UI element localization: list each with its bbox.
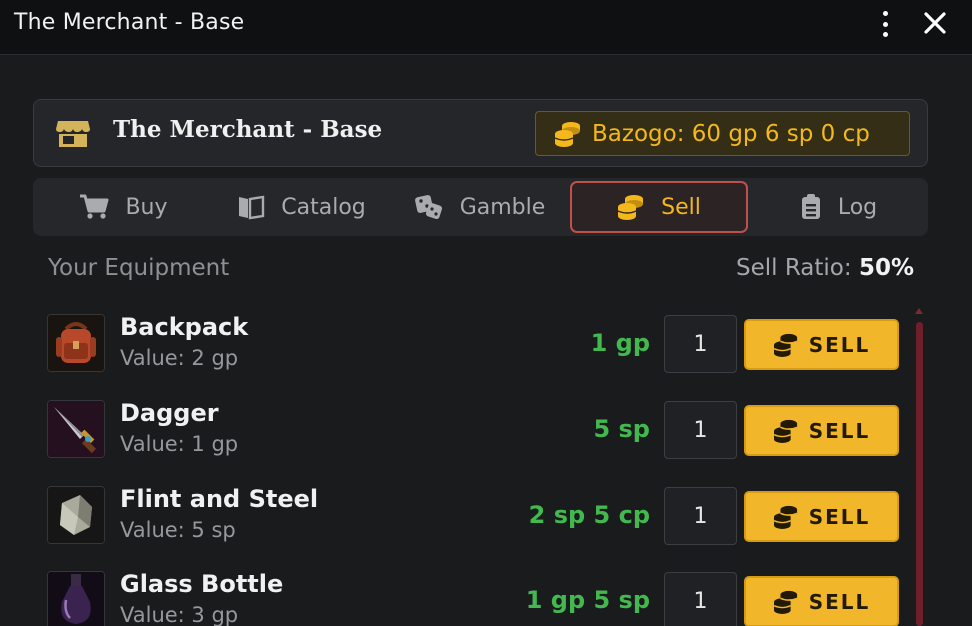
sell-button-label: SELL: [808, 418, 871, 443]
sell-price: 5 sp: [593, 415, 650, 443]
sell-ratio-value: 50%: [858, 255, 914, 281]
equipment-list[interactable]: Backpack Value: 2 gp 1 gp 1 SELL Dagger …: [0, 300, 972, 626]
coins-icon: [617, 195, 644, 220]
scrollbar-thumb[interactable]: [916, 322, 923, 626]
item-name: Dagger: [120, 399, 219, 427]
coins-icon: [773, 419, 798, 443]
sell-button-label: SELL: [808, 504, 871, 529]
tab-catalog[interactable]: Catalog: [214, 181, 389, 233]
window-titlebar: The Merchant - Base: [0, 0, 972, 55]
backpack-icon: [47, 314, 105, 372]
dice-icon: [414, 195, 442, 220]
list-item: Glass Bottle Value: 3 gp 1 gp 5 sp 1 SEL…: [40, 557, 906, 626]
tab-label: Catalog: [281, 194, 366, 220]
tab-label: Sell: [661, 194, 701, 220]
quantity-input[interactable]: 1: [664, 315, 737, 373]
item-value: Value: 2 gp: [120, 346, 239, 370]
book-icon: [239, 195, 265, 220]
sell-button-label: SELL: [808, 332, 871, 357]
dagger-icon: [47, 400, 105, 458]
coins-icon: [554, 121, 580, 147]
merchant-header: The Merchant - Base Bazogo: 60 gp 6 sp 0…: [33, 99, 928, 167]
tab-label: Gamble: [459, 194, 546, 220]
clipboard-icon: [801, 194, 820, 219]
quantity-input[interactable]: 1: [664, 487, 737, 545]
close-icon[interactable]: [920, 8, 950, 38]
more-options-icon[interactable]: [874, 11, 896, 37]
tab-gamble[interactable]: Gamble: [392, 181, 567, 233]
sell-price: 1 gp: [590, 329, 650, 357]
item-value: Value: 3 gp: [120, 603, 239, 626]
wallet-balance: Bazogo: 60 gp 6 sp 0 cp: [592, 120, 870, 147]
item-name: Backpack: [120, 313, 249, 341]
coins-icon: [773, 333, 798, 357]
sell-price: 2 sp 5 cp: [528, 501, 650, 529]
shop-name: The Merchant - Base: [113, 116, 383, 143]
list-item: Flint and Steel Value: 5 sp 2 sp 5 cp 1 …: [40, 472, 906, 552]
quantity-input[interactable]: 1: [664, 572, 737, 626]
list-item: Dagger Value: 1 gp 5 sp 1 SELL: [40, 386, 906, 466]
sell-button[interactable]: SELL: [744, 405, 899, 456]
coins-icon: [773, 505, 798, 529]
item-value: Value: 1 gp: [120, 432, 239, 456]
sell-ratio-label: Sell Ratio:: [735, 255, 852, 281]
flint-icon: [47, 486, 105, 544]
sell-ratio: Sell Ratio: 50%: [736, 255, 914, 281]
sell-button[interactable]: SELL: [744, 491, 899, 542]
section-title: Your Equipment: [48, 255, 230, 281]
sell-button-label: SELL: [808, 589, 871, 614]
sell-button[interactable]: SELL: [744, 576, 899, 626]
coins-icon: [773, 590, 798, 614]
sell-button[interactable]: SELL: [744, 319, 899, 370]
shop-icon: [56, 121, 90, 147]
tab-label: Buy: [125, 194, 168, 220]
cart-icon: [80, 194, 109, 219]
window-title: The Merchant - Base: [14, 10, 245, 35]
item-name: Glass Bottle: [120, 570, 284, 598]
item-value: Value: 5 sp: [120, 518, 236, 542]
tab-label: Log: [837, 194, 878, 220]
tab-log[interactable]: Log: [751, 181, 926, 233]
sell-price: 1 gp 5 sp: [525, 586, 650, 614]
bottle-icon: [47, 571, 105, 626]
wallet-badge: Bazogo: 60 gp 6 sp 0 cp: [535, 111, 910, 156]
tab-sell[interactable]: Sell: [570, 181, 748, 233]
scroll-up-arrow[interactable]: [915, 308, 923, 314]
item-name: Flint and Steel: [120, 485, 319, 513]
quantity-input[interactable]: 1: [664, 401, 737, 459]
merchant-tabs: Buy Catalog Gamble Sell Log: [33, 178, 928, 236]
list-item: Backpack Value: 2 gp 1 gp 1 SELL: [40, 300, 906, 380]
tab-buy[interactable]: Buy: [36, 181, 211, 233]
